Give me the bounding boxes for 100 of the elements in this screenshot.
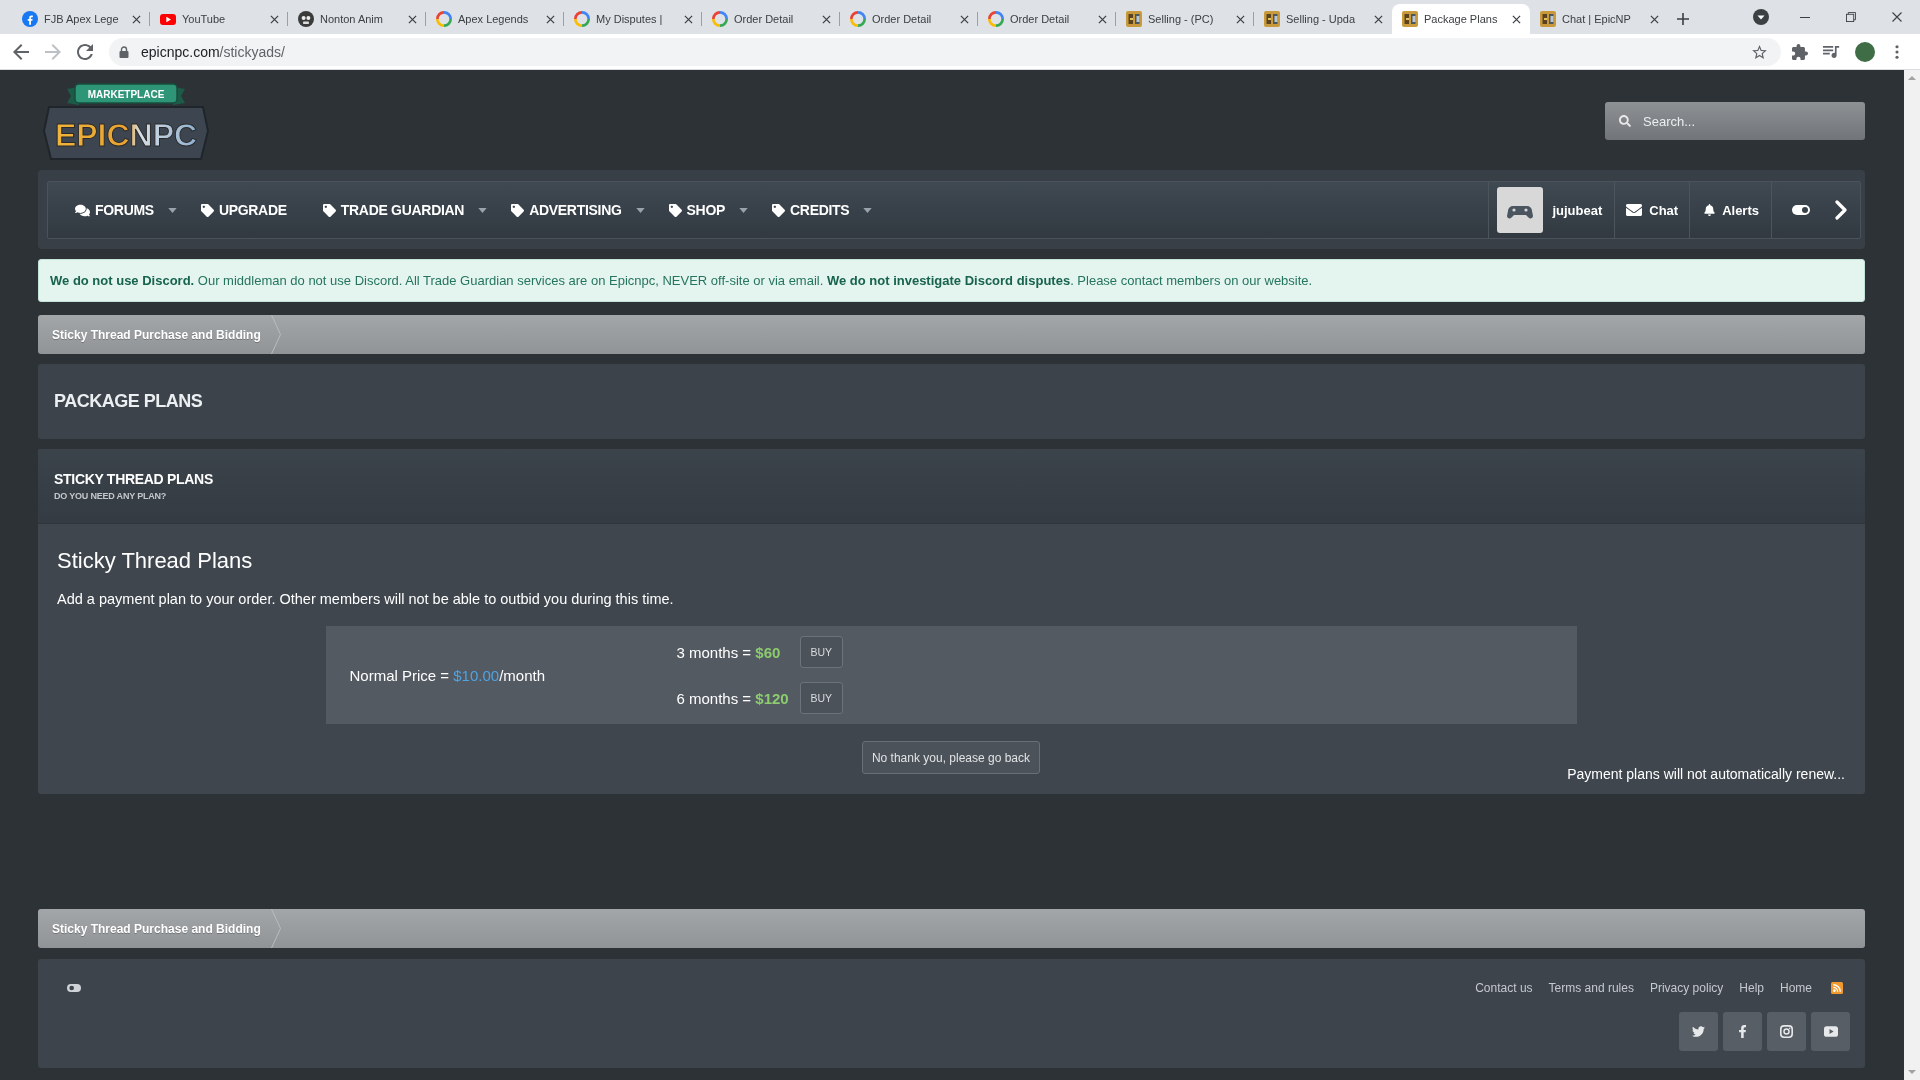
- close-icon[interactable]: [960, 14, 969, 24]
- nav-link[interactable]: TRADE GUARDIAN: [322, 202, 488, 218]
- browser-tab[interactable]: Selling - (PC): [1116, 4, 1254, 34]
- close-icon[interactable]: [684, 14, 693, 24]
- social-button[interactable]: [1811, 1012, 1850, 1051]
- dropdown-circle-icon[interactable]: [1753, 9, 1769, 25]
- browser-tab[interactable]: Selling - Upda: [1254, 4, 1392, 34]
- swirl-icon: [988, 11, 1004, 27]
- plus-icon[interactable]: [1677, 13, 1689, 25]
- browser-tab[interactable]: Apex Legends: [426, 4, 564, 34]
- plans-intro: Add a payment plan to your order. Other members will not be able to outbid you during this time.: [57, 590, 675, 609]
- facebook-icon: [22, 11, 38, 27]
- close-icon[interactable]: [1892, 12, 1902, 22]
- close-icon[interactable]: [1098, 14, 1107, 24]
- swirl-icon: [712, 11, 728, 27]
- footer-link[interactable]: Help: [1739, 981, 1764, 995]
- star-icon[interactable]: [1752, 44, 1767, 59]
- tag-icon: [668, 203, 682, 217]
- plan-price-text: 3 months = $60: [676, 643, 782, 661]
- chevron-right-icon[interactable]: [1835, 200, 1847, 220]
- nav-link[interactable]: CREDITS: [772, 202, 873, 218]
- panel-title: STICKY THREAD PLANS: [54, 471, 214, 487]
- chevron-separator-icon: [270, 315, 281, 354]
- tag-icon: [511, 203, 525, 217]
- envelope-icon: [1626, 204, 1643, 216]
- close-icon[interactable]: [1512, 14, 1521, 24]
- toggle-icon[interactable]: [67, 984, 81, 992]
- caret-icon[interactable]: [863, 207, 873, 213]
- browser-tab[interactable]: Order Detail: [978, 4, 1116, 34]
- buy-button[interactable]: BUY: [799, 682, 843, 714]
- youtube-icon: [1823, 1026, 1838, 1037]
- padlock-icon[interactable]: [119, 45, 129, 58]
- close-icon[interactable]: [408, 14, 417, 24]
- search-field[interactable]: Search...: [1605, 102, 1865, 140]
- decline-button[interactable]: No thank you, please go back: [861, 741, 1041, 774]
- renewal-note: Payment plans will not automatically renew...: [1567, 766, 1845, 782]
- browser-tab[interactable]: Nonton Anim: [288, 4, 426, 34]
- comments-icon: [75, 203, 90, 217]
- nav-link[interactable]: FORUMS: [75, 202, 177, 218]
- tile-logo-icon: [1126, 11, 1142, 27]
- chevron-separator-icon: [270, 909, 281, 948]
- browser-tab[interactable]: YouTube: [150, 4, 288, 34]
- account-link[interactable]: jujubeat: [1488, 182, 1615, 238]
- swirl-icon: [436, 11, 452, 27]
- browser-tab[interactable]: FJB Apex Lege: [12, 4, 150, 34]
- restore-icon[interactable]: [1846, 12, 1856, 22]
- close-icon[interactable]: [546, 14, 555, 24]
- caret-icon[interactable]: [635, 207, 645, 213]
- instagram-icon: [1780, 1025, 1793, 1038]
- close-icon[interactable]: [1236, 14, 1245, 24]
- youtube-icon: [160, 13, 176, 25]
- minimize-icon[interactable]: [1800, 16, 1810, 18]
- chat-link[interactable]: Chat: [1614, 182, 1690, 238]
- browser-tab[interactable]: Package Plans: [1392, 4, 1530, 34]
- social-button[interactable]: [1679, 1012, 1718, 1051]
- tile-logo-icon: [1402, 11, 1418, 27]
- caret-icon[interactable]: [478, 207, 488, 213]
- rss-icon[interactable]: [1831, 982, 1843, 994]
- plans-heading: Sticky Thread Plans: [57, 547, 254, 575]
- facebook-icon: [1739, 1025, 1746, 1038]
- more-menu-icon[interactable]: [1895, 44, 1899, 59]
- back-arrow-icon[interactable]: [13, 43, 29, 60]
- address-bar[interactable]: epicnpc.com/stickyads/: [109, 37, 1781, 66]
- twitter-icon: [1692, 1025, 1705, 1038]
- close-icon[interactable]: [1650, 14, 1659, 24]
- nav-link[interactable]: SHOP: [668, 202, 749, 218]
- caret-icon[interactable]: [739, 207, 749, 213]
- tag-icon: [322, 203, 336, 217]
- toggle-icon[interactable]: [1792, 205, 1810, 215]
- skull-icon: [298, 11, 314, 27]
- browser-tab[interactable]: My Disputes |: [564, 4, 702, 34]
- nav-link[interactable]: UPGRADE: [200, 202, 287, 218]
- close-icon[interactable]: [132, 14, 141, 24]
- nav-link[interactable]: ADVERTISING: [511, 202, 645, 218]
- social-button[interactable]: [1723, 1012, 1762, 1051]
- reload-icon[interactable]: [77, 43, 93, 60]
- search-icon: [1619, 115, 1631, 127]
- caret-icon[interactable]: [167, 207, 177, 213]
- footer-link[interactable]: Privacy policy: [1649, 981, 1724, 995]
- tag-icon: [772, 203, 786, 217]
- panel-subtitle: DO YOU NEED ANY PLAN?: [54, 491, 168, 501]
- plan-price-text: 6 months = $120: [676, 689, 789, 707]
- close-icon[interactable]: [270, 14, 279, 24]
- social-button[interactable]: [1767, 1012, 1806, 1051]
- buy-button[interactable]: BUY: [799, 636, 843, 668]
- normal-price-text: Normal Price = $10.00/month: [348, 666, 547, 684]
- close-icon[interactable]: [1374, 14, 1383, 24]
- browser-tab[interactable]: Chat | EpicNP: [1530, 4, 1668, 34]
- playlist-icon[interactable]: [1823, 45, 1840, 58]
- close-icon[interactable]: [822, 14, 831, 24]
- footer-link[interactable]: Contact us: [1475, 981, 1533, 995]
- gamepad-avatar-icon: [1497, 187, 1544, 233]
- tag-icon: [200, 203, 214, 217]
- alerts-link[interactable]: Alerts: [1689, 182, 1771, 238]
- browser-tab[interactable]: Order Detail: [840, 4, 978, 34]
- avatar-icon[interactable]: [1855, 41, 1875, 62]
- footer-link[interactable]: Terms and rules: [1548, 981, 1634, 995]
- footer-link[interactable]: Home: [1780, 981, 1812, 995]
- puzzle-icon[interactable]: [1792, 43, 1808, 60]
- browser-tab[interactable]: Order Detail: [702, 4, 840, 34]
